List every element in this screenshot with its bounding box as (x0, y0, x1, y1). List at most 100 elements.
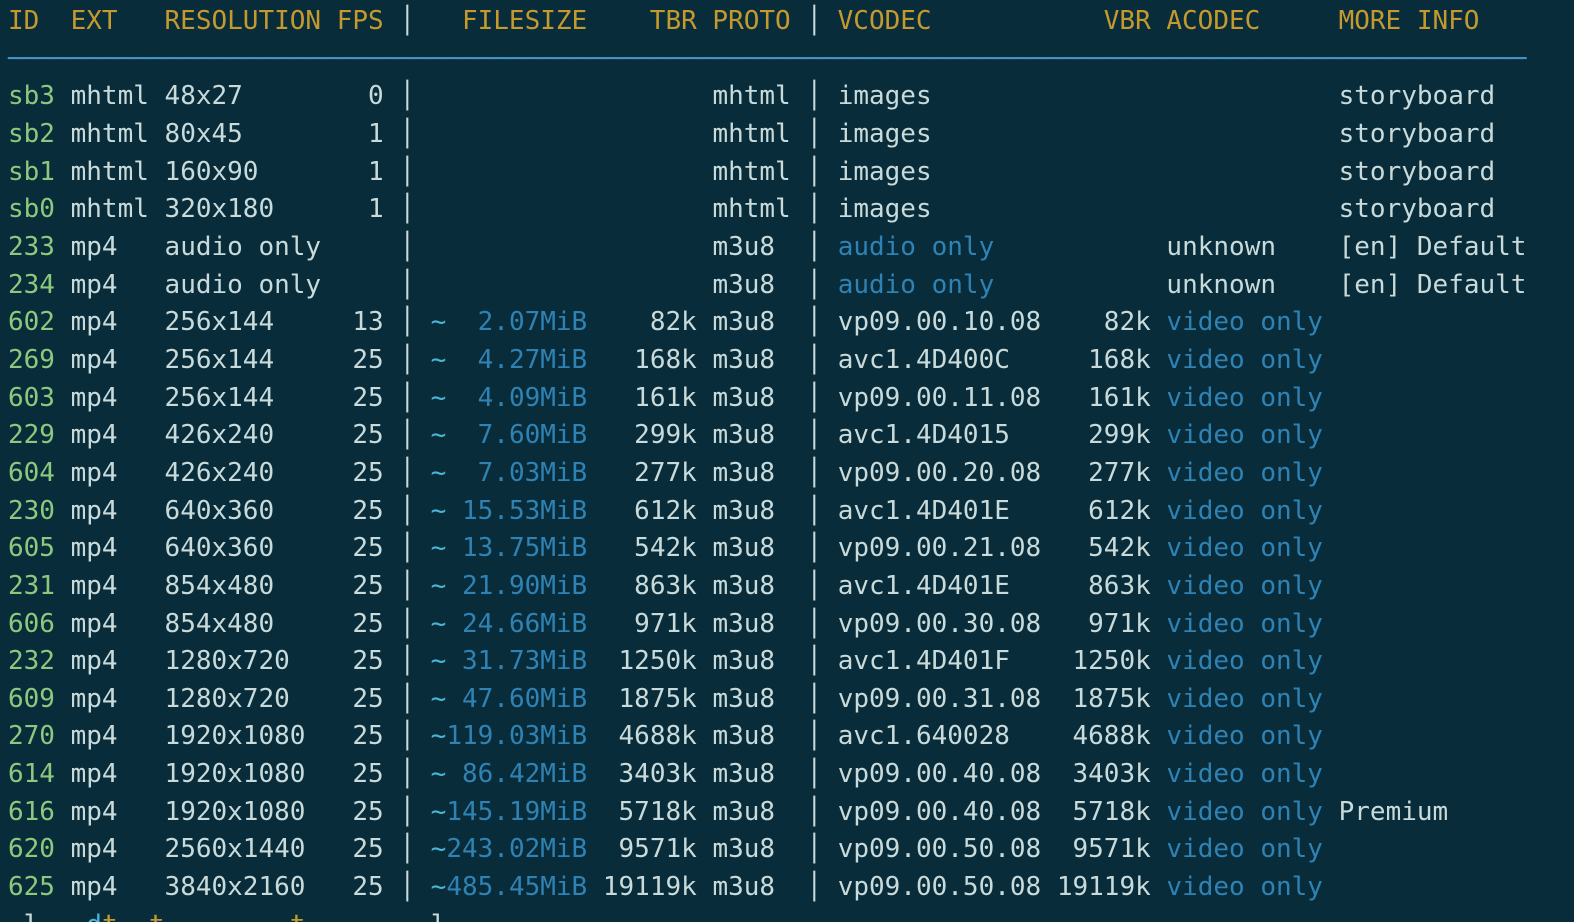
cell-tbr-proto: 1250k m3u8 (587, 646, 791, 676)
cell-more-info (1323, 420, 1339, 450)
cell-format-id: 604 (8, 458, 55, 488)
cell-ext-resolution-fps: mp4 3840x2160 25 (55, 872, 384, 902)
column-separator: │ (384, 345, 431, 375)
approx-tilde: ~ (431, 872, 447, 902)
cell-more-info (1323, 496, 1339, 526)
approx-tilde: ~ (431, 721, 447, 751)
cell-vbr: 542k (1041, 533, 1166, 563)
cell-ext-resolution-fps: mp4 854x480 25 (55, 609, 384, 639)
cell-acodec: video only (1166, 872, 1323, 902)
column-separator: │ (791, 533, 838, 563)
cell-vbr (1041, 194, 1166, 224)
cell-vbr (1041, 232, 1166, 262)
cell-more-info (1323, 458, 1339, 488)
cell-filesize: 21.90MiB (446, 571, 587, 601)
cell-acodec: video only (1166, 721, 1323, 751)
cell-vbr: 971k (1041, 609, 1166, 639)
cell-more-info (1323, 684, 1339, 714)
cell-filesize: 4.09MiB (446, 383, 587, 413)
cell-filesize: 119.03MiB (446, 721, 587, 751)
cell-tbr-proto: 863k m3u8 (587, 571, 791, 601)
approx-tilde: ~ (431, 684, 447, 714)
approx-tilde: ~ (431, 646, 447, 676)
cell-acodec (1166, 81, 1323, 111)
cell-acodec: video only (1166, 571, 1323, 601)
cell-tbr-proto: 299k m3u8 (587, 420, 791, 450)
cell-tbr-proto: mhtml (587, 119, 791, 149)
cell-acodec: unknown (1166, 232, 1323, 262)
column-separator: │ (791, 872, 838, 902)
approx-tilde: ~ (431, 496, 447, 526)
approx-tilde: ~ (431, 797, 447, 827)
cell-more-info: storyboard (1323, 194, 1495, 224)
column-separator: │ (384, 270, 431, 300)
cell-acodec (1166, 119, 1323, 149)
cell-vcodec: avc1.4D4015 (838, 420, 1042, 450)
table-row: 230 mp4 640x360 25 │ ~ 15.53MiB 612k m3u… (8, 493, 1574, 531)
cell-vbr (1041, 270, 1166, 300)
column-separator: │ (791, 6, 838, 36)
cell-filesize: 47.60MiB (446, 684, 587, 714)
column-separator: │ (384, 759, 431, 789)
clipped-glyphs: t (149, 910, 165, 922)
cell-vcodec: images (838, 119, 1042, 149)
cell-acodec: video only (1166, 834, 1323, 864)
cell-tbr-proto: mhtml (587, 157, 791, 187)
table-row: 233 mp4 audio only │ m3u8 │ audio only u… (8, 229, 1574, 267)
cell-filesize: 31.73MiB (446, 646, 587, 676)
cell-vcodec: vp09.00.50.08 (838, 834, 1042, 864)
separator-rule: ────────────────────────────────────────… (8, 44, 1526, 74)
column-separator: │ (384, 834, 431, 864)
cell-more-info (1323, 759, 1339, 789)
cell-tbr-proto: 168k m3u8 (587, 345, 791, 375)
column-separator: │ (791, 194, 838, 224)
table-row: 625 mp4 3840x2160 25 │ ~485.45MiB 19119k… (8, 869, 1574, 907)
cell-format-id: sb1 (8, 157, 55, 187)
column-separator: │ (384, 81, 431, 111)
column-separator: │ (791, 345, 838, 375)
cell-ext-resolution-fps: mp4 426x240 25 (55, 420, 384, 450)
cell-format-id: 605 (8, 533, 55, 563)
cell-format-id: 234 (8, 270, 55, 300)
table-row: 605 mp4 640x360 25 │ ~ 13.75MiB 542k m3u… (8, 530, 1574, 568)
column-separator: │ (791, 646, 838, 676)
cell-acodec: video only (1166, 496, 1323, 526)
cell-ext-resolution-fps: mp4 1920x1080 25 (55, 721, 384, 751)
cell-format-id: sb0 (8, 194, 55, 224)
cell-more-info (1323, 646, 1339, 676)
cell-ext-resolution-fps: mp4 256x144 25 (55, 383, 384, 413)
cell-acodec: video only (1166, 533, 1323, 563)
cell-acodec (1166, 194, 1323, 224)
column-separator: │ (791, 571, 838, 601)
cell-vcodec: vp09.00.30.08 (838, 609, 1042, 639)
cell-format-id: 230 (8, 496, 55, 526)
cell-vbr (1041, 157, 1166, 187)
cell-filesize: 4.27MiB (446, 345, 587, 375)
cell-format-id: 233 (8, 232, 55, 262)
clipped-glyphs: t (290, 910, 306, 922)
cell-vbr: 168k (1041, 345, 1166, 375)
terminal-window[interactable]: ID EXT RESOLUTION FPS │ FILESIZE TBR PRO… (0, 0, 1574, 922)
table-row: sb1 mhtml 160x90 1 │ mhtml │ images stor… (8, 154, 1574, 192)
cell-format-id: 270 (8, 721, 55, 751)
cell-filesize-empty (431, 157, 588, 187)
cell-acodec: video only (1166, 420, 1323, 450)
cell-filesize: 24.66MiB (446, 609, 587, 639)
approx-tilde: ~ (431, 307, 447, 337)
cell-tbr-proto: m3u8 (587, 270, 791, 300)
table-row: 620 mp4 2560x1440 25 │ ~243.02MiB 9571k … (8, 831, 1574, 869)
column-separator: │ (791, 157, 838, 187)
column-separator: │ (791, 458, 838, 488)
clipped-glyphs: t (102, 910, 118, 922)
cell-more-info (1323, 383, 1339, 413)
clipped-glyphs: l (431, 910, 447, 922)
cell-more-info (1323, 609, 1339, 639)
cell-tbr-proto: m3u8 (587, 232, 791, 262)
clipped-glyphs (165, 910, 290, 922)
cell-vcodec: images (838, 194, 1042, 224)
cell-vcodec: audio only (838, 270, 1042, 300)
cell-more-info (1323, 307, 1339, 337)
cell-vbr: 9571k (1041, 834, 1166, 864)
cell-vbr: 277k (1041, 458, 1166, 488)
cell-vcodec: avc1.4D401F (838, 646, 1042, 676)
